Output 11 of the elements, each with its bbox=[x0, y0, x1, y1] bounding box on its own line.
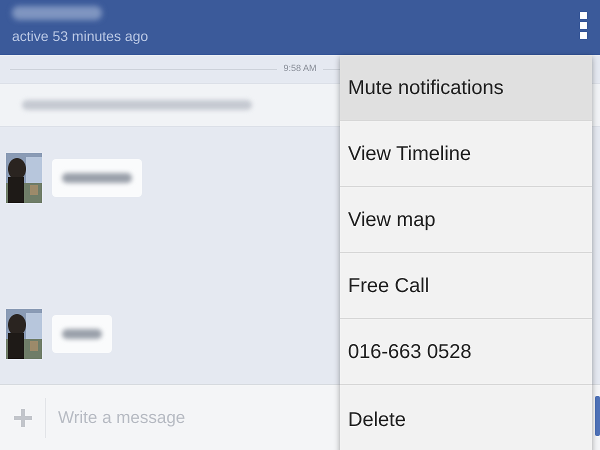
message-bubble bbox=[52, 315, 112, 353]
menu-item[interactable]: Delete bbox=[340, 385, 592, 450]
menu-item[interactable]: View Timeline bbox=[340, 121, 592, 187]
active-status: active 53 minutes ago bbox=[12, 27, 148, 46]
message-field[interactable]: Write a message bbox=[46, 404, 326, 432]
menu-item[interactable]: View map bbox=[340, 187, 592, 253]
timestamp: 9:58 AM bbox=[283, 62, 317, 76]
menu-item[interactable]: Free Call bbox=[340, 253, 592, 319]
menu-item[interactable]: Mute notifications bbox=[340, 55, 592, 121]
more-options-icon[interactable] bbox=[580, 12, 588, 40]
menu-item[interactable]: 016-663 0528 bbox=[340, 319, 592, 385]
